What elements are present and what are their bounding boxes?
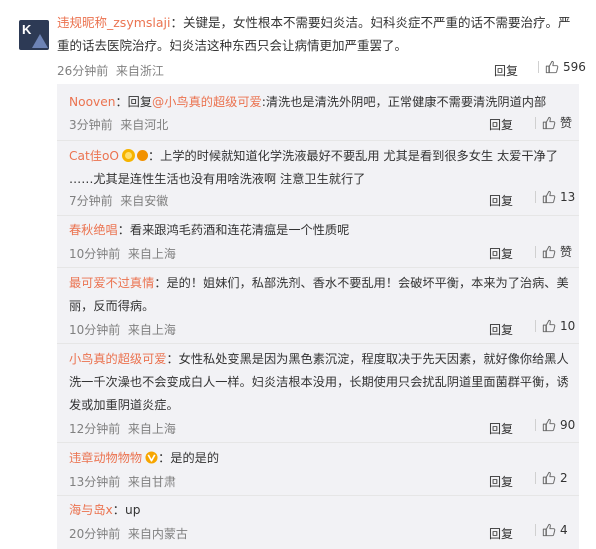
reply-username[interactable]: 海与岛x [69,503,113,517]
reply-meta: 7分钟前 来自安徽 [69,192,168,209]
reply-button[interactable]: 回复 [489,116,513,133]
like-count: 596 [563,60,586,74]
thumbs-up-icon [542,523,556,537]
divider [57,495,579,496]
comment-location: 来自浙江 [115,64,164,78]
reply-item: 最可爱不过真情：是的！姐妹们，私部洗剂、香水不要乱用！会破坏平衡，本来为了治病、… [69,272,569,318]
reply-time: 10分钟前 [69,323,121,337]
thumbs-up-icon [542,190,556,204]
reply-username[interactable]: 小鸟真的超级可爱 [69,352,167,366]
reply-meta: 20分钟前 来自内蒙古 [69,525,188,542]
verified-v-icon [145,451,158,464]
reply-button[interactable]: 回复 [489,192,513,209]
reply-username[interactable]: 最可爱不过真情 [69,276,154,290]
reply-time: 10分钟前 [69,247,121,261]
thumbs-up-icon [542,471,556,485]
divider [535,116,536,129]
divider [57,343,579,344]
divider [57,267,579,268]
like-count: 赞 [560,245,573,259]
reply-button[interactable]: 回复 [494,62,518,79]
like-count: 赞 [560,116,573,130]
reply-item: 违章动物物物 ：是的是的 [69,447,569,470]
like-button[interactable]: 赞 [533,114,572,131]
reply-meta: 12分钟前 来自上海 [69,420,176,437]
divider [535,472,536,484]
thumbs-up-icon [542,245,556,258]
main-comment-colon: ： [170,15,184,30]
main-comment-meta: 26分钟前 来自浙江 [57,62,164,79]
reply-location: 来自河北 [120,118,169,132]
reply-location: 来自安徽 [120,194,169,208]
reply-text: :清洗也是清洗外阴吧，正常健康不需要清洗阴道内部 [261,95,547,109]
reply-username[interactable]: 春秋绝唱 [69,223,118,237]
fan-badge-icon [137,150,148,161]
reply-button[interactable]: 回复 [489,473,513,490]
reply-meta: 3分钟前 来自河北 [69,116,168,133]
reply-button[interactable]: 回复 [489,525,513,542]
reply-button[interactable]: 回复 [489,420,513,437]
like-button[interactable]: 2 [533,471,568,485]
like-count: 2 [560,471,568,485]
like-button[interactable]: 596 [536,60,586,74]
reply-mention[interactable]: @小鸟真的超级可爱 [152,95,262,109]
thumbs-up-icon [542,418,556,432]
reply-username[interactable]: Nooven [69,95,115,109]
reply-time: 20分钟前 [69,527,121,541]
divider [535,419,536,431]
like-button[interactable]: 赞 [533,243,572,260]
reply-button[interactable]: 回复 [489,321,513,338]
divider [57,442,579,443]
reply-list: Nooven：回复@小鸟真的超级可爱:清洗也是清洗外阴吧，正常健康不需要清洗阴道… [57,84,579,549]
divider [535,524,536,536]
reply-username[interactable]: 违章动物物物 [69,451,142,465]
divider [535,191,536,203]
reply-meta: 10分钟前 来自上海 [69,321,176,338]
reply-item: 小鸟真的超级可爱：女性私处变黑是因为黑色素沉淀，程度取决于先天因素，就好像你给黑… [69,348,569,417]
reply-item: Nooven：回复@小鸟真的超级可爱:清洗也是清洗外阴吧，正常健康不需要清洗阴道… [69,91,569,114]
reply-item: 海与岛x：up [69,499,569,522]
reply-button[interactable]: 回复 [489,245,513,262]
reply-location: 来自甘肃 [127,475,176,489]
reply-time: 7分钟前 [69,194,113,208]
reply-username[interactable]: Cat佳oO [69,149,119,163]
like-count: 10 [560,319,576,333]
thumbs-up-icon [545,60,559,74]
reply-time: 12分钟前 [69,422,121,436]
main-comment-body: 违规昵称_zsymslaji：关键是，女性根本不需要妇炎洁。妇科炎症不严重的话不… [57,11,582,57]
reply-text: ：up [112,503,141,517]
reply-location: 来自内蒙古 [127,527,188,541]
reply-meta: 10分钟前 来自上海 [69,245,176,262]
reply-time: 13分钟前 [69,475,121,489]
main-comment-username[interactable]: 违规昵称_zsymslaji [57,15,171,30]
reply-meta: 13分钟前 来自甘肃 [69,473,176,490]
divider [538,61,539,73]
reply-prefix: ：回复 [115,95,153,109]
thumbs-up-icon [542,319,556,333]
divider [57,140,579,141]
like-button[interactable]: 13 [533,190,575,204]
like-count: 13 [560,190,576,204]
avatar[interactable]: K [19,20,49,50]
divider [535,245,536,258]
reply-time: 3分钟前 [69,118,113,132]
like-count: 4 [560,523,568,537]
divider [57,215,579,216]
like-button[interactable]: 4 [533,523,568,537]
like-button[interactable]: 90 [533,418,575,432]
reply-location: 来自上海 [127,422,176,436]
member-badge-icon [122,149,135,162]
reply-item: 春秋绝唱：看来跟鸿毛药酒和连花清瘟是一个性质呢 [69,219,569,242]
reply-location: 来自上海 [127,247,176,261]
reply-text: ：是的是的 [158,451,220,465]
divider [535,320,536,332]
comment-time: 26分钟前 [57,64,109,78]
reply-text: ：看来跟鸿毛药酒和连花清瘟是一个性质呢 [117,223,350,237]
reply-location: 来自上海 [127,323,176,337]
main-comment: K 违规昵称_zsymslaji：关键是，女性根本不需要妇炎洁。妇科炎症不严重的… [0,0,596,84]
like-count: 90 [560,418,576,432]
thumbs-up-icon [542,116,556,129]
reply-item: Cat佳oO ：上学的时候就知道化学洗液最好不要乱用 尤其是看到很多女生 太爱干净… [69,145,569,191]
like-button[interactable]: 10 [533,319,575,333]
